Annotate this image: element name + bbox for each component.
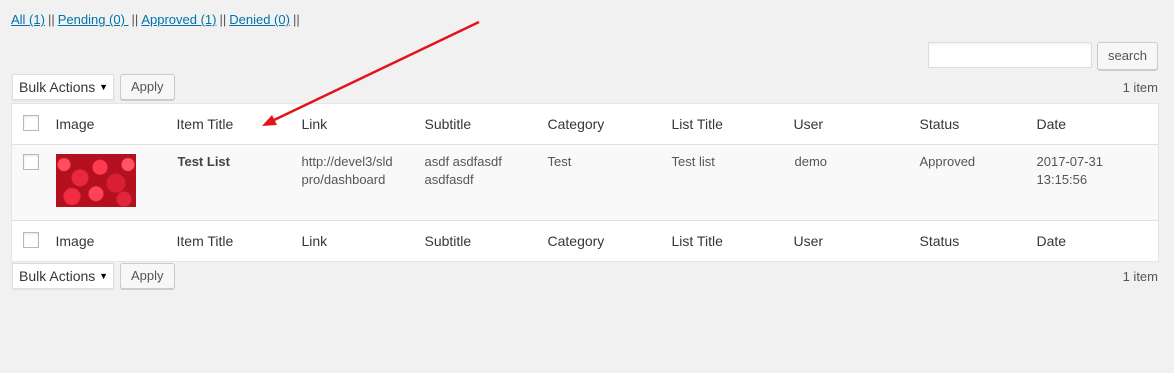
category-cell: Test: [547, 154, 572, 169]
image-cell: [55, 145, 176, 221]
column-status: Status: [919, 116, 960, 132]
column-user-sort[interactable]: User: [793, 104, 919, 145]
column-item-title-sort[interactable]: Item Title: [176, 221, 301, 262]
filter-all-link[interactable]: All (1): [11, 12, 45, 27]
column-subtitle: Subtitle: [424, 233, 472, 249]
subtitle-line: asdf asdfasdf: [424, 154, 502, 169]
column-link: Link: [301, 233, 328, 249]
subtitle-line: asdfasdf: [424, 172, 474, 187]
bulk-actions-label: Bulk Actions: [19, 79, 96, 95]
column-image: Image: [55, 233, 95, 249]
tablenav-top: Bulk Actions ▼ Apply 1 item: [12, 74, 1158, 100]
apply-button[interactable]: Apply: [120, 263, 175, 289]
item-title[interactable]: Test List: [178, 154, 231, 169]
filter-separator: ||: [292, 12, 300, 27]
filter-separator: ||: [47, 12, 55, 27]
apply-button[interactable]: Apply: [120, 74, 175, 100]
list-title-cell: Test list: [671, 154, 715, 169]
item-count: 1 item: [1122, 79, 1158, 95]
bulk-actions-label: Bulk Actions: [19, 268, 96, 284]
status-cell: Approved: [919, 154, 976, 169]
item-title-cell: Test List: [176, 145, 301, 221]
search-box: search: [927, 42, 1158, 70]
filter-denied-link[interactable]: Denied (0): [229, 12, 290, 27]
column-category: Category: [547, 116, 605, 132]
table-footer-row: Image Item Title Link Subtitle Category …: [11, 220, 1159, 262]
filter-pending-link[interactable]: Pending (0): [58, 12, 129, 27]
tablenav-bottom: Bulk Actions ▼ Apply 1 item: [12, 263, 1158, 289]
dropdown-caret-icon: ▼: [99, 82, 108, 92]
table-row: Test List http://devel3/sld pro/dashboard…: [11, 144, 1159, 221]
dropdown-caret-icon: ▼: [99, 271, 108, 281]
column-image: Image: [55, 116, 95, 132]
select-all-checkbox[interactable]: [23, 114, 39, 131]
status-filter-links: All (1) || Pending (0) || Approved (1) || Den…: [11, 12, 303, 27]
raspberries-thumbnail[interactable]: [55, 154, 136, 207]
bulk-actions-select[interactable]: Bulk Actions ▼: [12, 263, 114, 289]
column-list-title: List Title: [671, 116, 723, 132]
item-count: 1 item: [1122, 268, 1158, 284]
date-cell: 2017-07-31 13:15:56: [1036, 145, 1159, 221]
search-button[interactable]: search: [1096, 42, 1158, 70]
column-status: Status: [919, 233, 960, 249]
subtitle-cell: asdf asdfasdf asdfasdf: [424, 145, 547, 221]
column-category: Category: [547, 233, 605, 249]
filter-approved-link[interactable]: Approved (1): [141, 12, 216, 27]
bulk-actions-select[interactable]: Bulk Actions ▼: [12, 74, 114, 100]
column-item-title-sort[interactable]: Item Title: [176, 104, 301, 145]
table-header-row: Image Item Title Link Subtitle Category …: [11, 104, 1159, 145]
link-cell: http://devel3/sld pro/dashboard: [301, 145, 424, 221]
column-date-sort[interactable]: Date: [1036, 104, 1159, 145]
column-date-sort[interactable]: Date: [1036, 221, 1159, 262]
row-checkbox[interactable]: [23, 154, 39, 170]
column-user-sort[interactable]: User: [793, 221, 919, 262]
row-select-cell: [12, 145, 55, 221]
column-list-title: List Title: [671, 233, 723, 249]
select-all-checkbox-footer[interactable]: [23, 231, 39, 248]
date-line: 2017-07-31: [1036, 154, 1104, 169]
link-line: http://devel3/sld: [301, 154, 393, 169]
filter-separator: ||: [219, 12, 227, 27]
items-table: Image Item Title Link Subtitle Category …: [11, 103, 1159, 262]
search-input[interactable]: [927, 42, 1092, 68]
select-all-cell: [12, 221, 55, 262]
user-cell: demo: [794, 154, 828, 169]
time-line: 13:15:56: [1036, 172, 1088, 187]
column-link: Link: [301, 116, 328, 132]
column-subtitle: Subtitle: [424, 116, 472, 132]
select-all-cell: [12, 104, 55, 145]
filter-separator: ||: [131, 12, 139, 27]
link-line: pro/dashboard: [301, 172, 386, 187]
